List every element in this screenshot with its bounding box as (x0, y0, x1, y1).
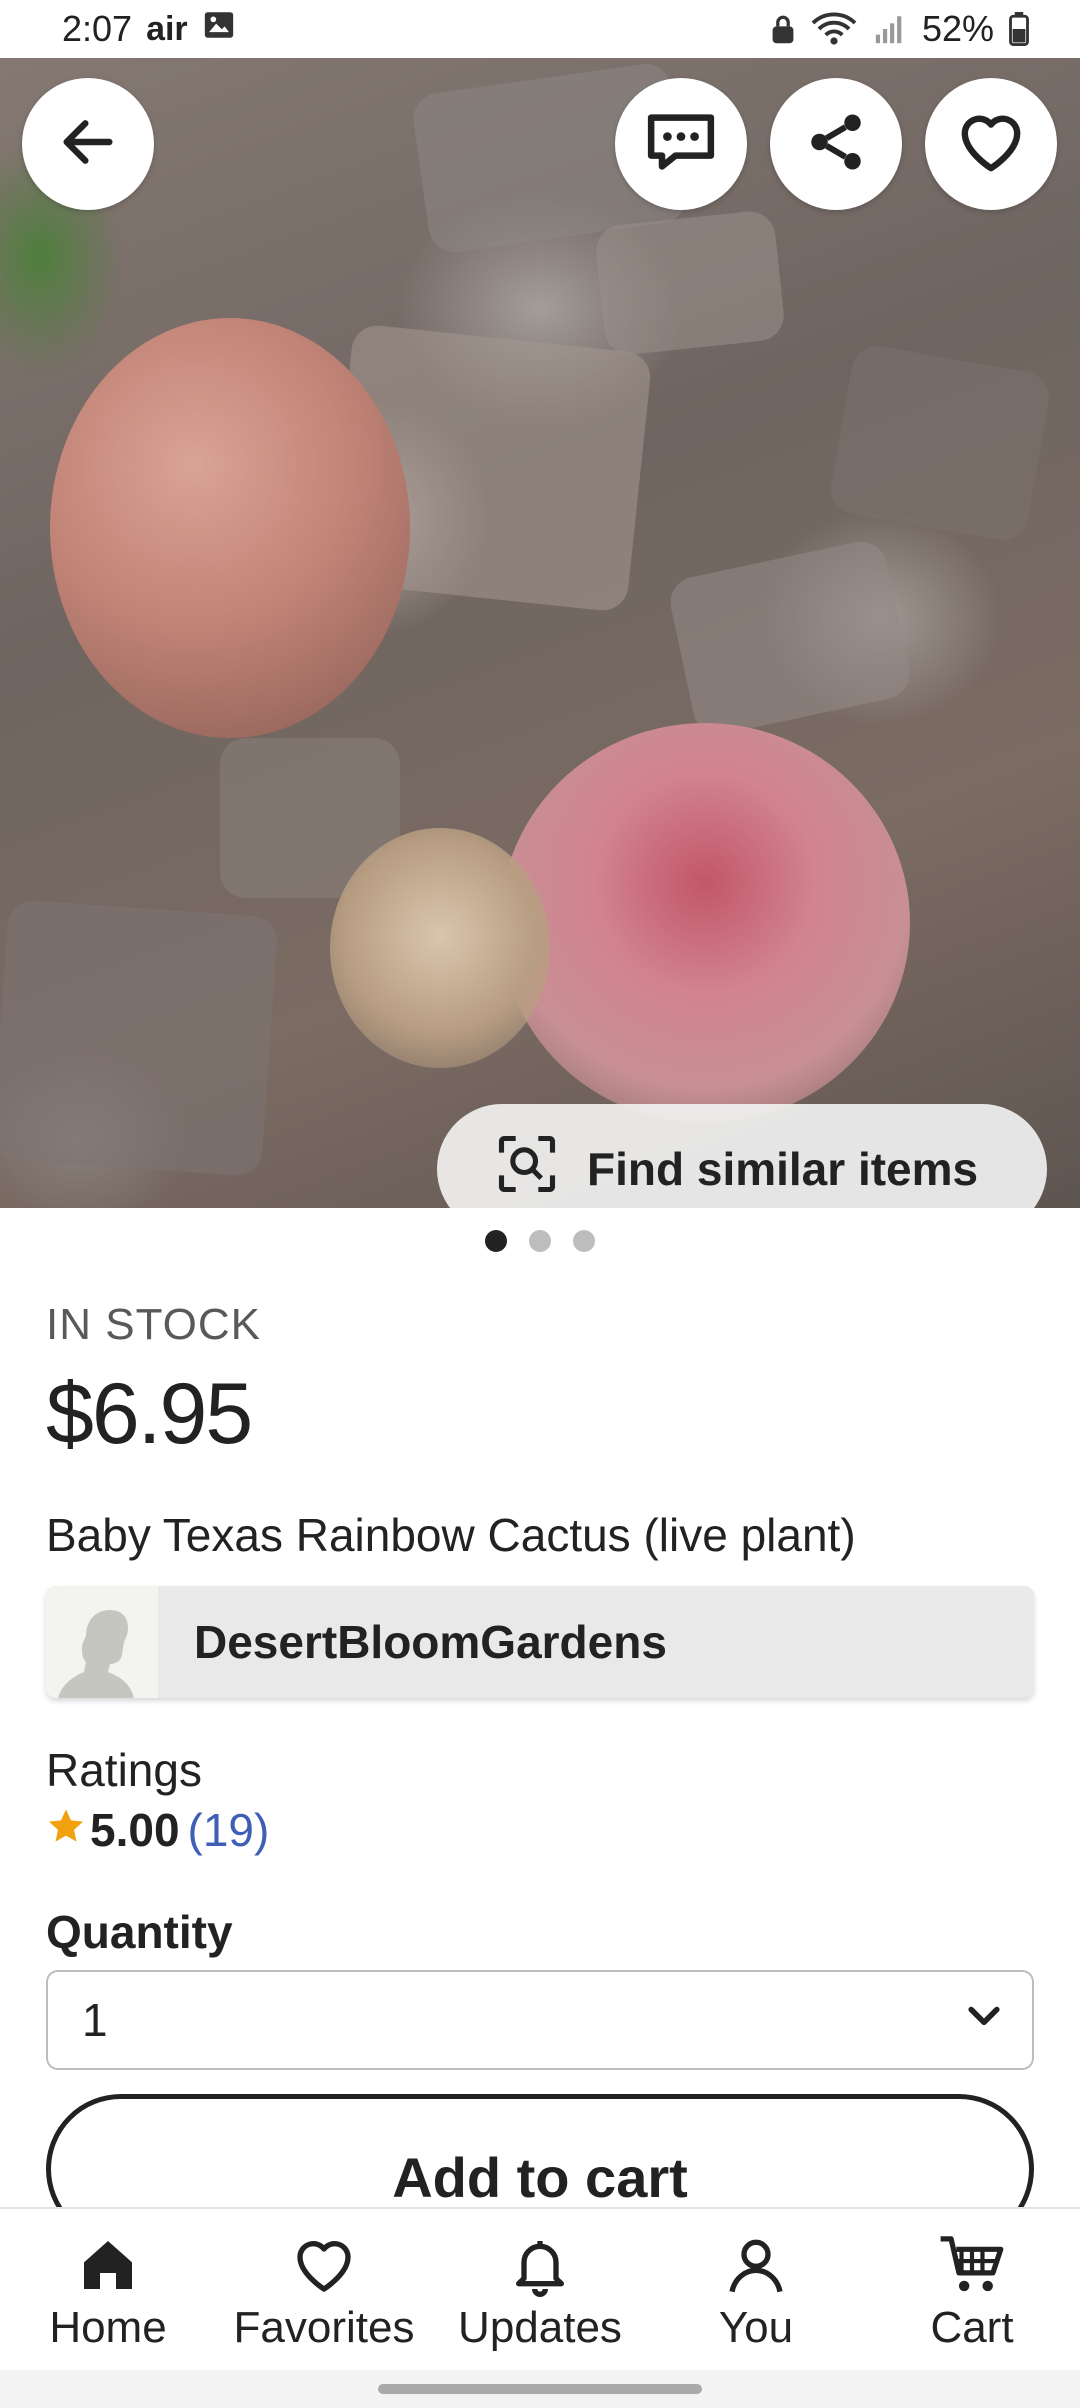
pager-dot[interactable] (573, 1230, 595, 1252)
carrier-icon: air (146, 9, 188, 48)
signal-icon (872, 12, 908, 46)
nav-you[interactable]: You (648, 2209, 864, 2370)
status-left: 2:07 air (62, 8, 236, 51)
nav-cart-label: Cart (930, 2303, 1014, 2352)
image-pager (0, 1230, 1080, 1252)
message-icon (643, 108, 719, 181)
ratings-label: Ratings (46, 1744, 202, 1796)
nav-updates[interactable]: Updates (432, 2209, 648, 2370)
back-button[interactable] (22, 78, 154, 210)
status-time: 2:07 (62, 8, 133, 49)
battery-level: 52% (921, 8, 994, 49)
home-icon (76, 2233, 140, 2297)
cactus-right (500, 723, 910, 1123)
bell-icon (508, 2233, 572, 2297)
rating-count-link[interactable]: (19) (188, 1803, 270, 1857)
pager-dot-active[interactable] (485, 1230, 507, 1252)
battery-icon (1008, 12, 1030, 46)
message-button[interactable] (615, 78, 747, 210)
image-stone (593, 208, 787, 358)
cactus-small (330, 828, 550, 1068)
chevron-down-icon (962, 1993, 1006, 2048)
visual-search-icon (493, 1130, 561, 1209)
system-gesture-area (0, 2370, 1080, 2408)
rating-value: 5.00 (90, 1804, 180, 1856)
product-title: Baby Texas Rainbow Cactus (live plant) (46, 1509, 856, 1561)
ratings-summary[interactable]: 5.00 (19) (46, 1803, 269, 1857)
nav-home[interactable]: Home (0, 2209, 216, 2370)
cactus-left (50, 318, 410, 738)
pager-dot[interactable] (529, 1230, 551, 1252)
share-button[interactable] (770, 78, 902, 210)
image-stone (665, 536, 915, 740)
find-similar-label: Find similar items (587, 1143, 979, 1195)
quantity-select[interactable]: 1 (46, 1970, 1034, 2070)
avatar-silhouette-icon (58, 1610, 134, 1698)
image-notification-icon (202, 8, 236, 51)
bottom-nav: Home Favorites Updates You Cart (0, 2207, 1080, 2370)
share-icon (803, 109, 869, 180)
nav-updates-label: Updates (458, 2303, 622, 2352)
gesture-handle[interactable] (378, 2384, 702, 2394)
find-similar-button[interactable]: Find similar items (437, 1104, 1047, 1208)
wifi-icon (810, 11, 858, 47)
heart-icon (956, 110, 1026, 179)
nav-cart[interactable]: Cart (864, 2209, 1080, 2370)
shop-card[interactable]: DesertBloomGardens (46, 1586, 1034, 1698)
nav-favorites[interactable]: Favorites (216, 2209, 432, 2370)
shop-name: DesertBloomGardens (194, 1616, 667, 1668)
shop-avatar (46, 1586, 158, 1698)
person-icon (724, 2233, 788, 2297)
nav-favorites-label: Favorites (233, 2303, 415, 2352)
lock-icon (770, 13, 796, 45)
star-icon (46, 1803, 86, 1857)
product-image[interactable]: Find similar items (0, 58, 1080, 1208)
status-bar: 2:07 air 52% (0, 0, 1080, 58)
quantity-label: Quantity (46, 1906, 233, 1958)
image-stone (826, 341, 1054, 545)
nav-you-label: You (718, 2303, 794, 2352)
image-stone (0, 898, 279, 1178)
favorite-button[interactable] (925, 78, 1057, 210)
stock-status: IN STOCK (46, 1300, 262, 1349)
cart-icon (938, 2233, 1006, 2297)
status-right: 52% (770, 8, 1030, 50)
price: $6.95 (46, 1366, 253, 1462)
arrow-left-icon (56, 110, 120, 179)
nav-home-label: Home (49, 2303, 167, 2352)
heart-icon (292, 2233, 356, 2297)
quantity-value: 1 (82, 1994, 108, 2046)
